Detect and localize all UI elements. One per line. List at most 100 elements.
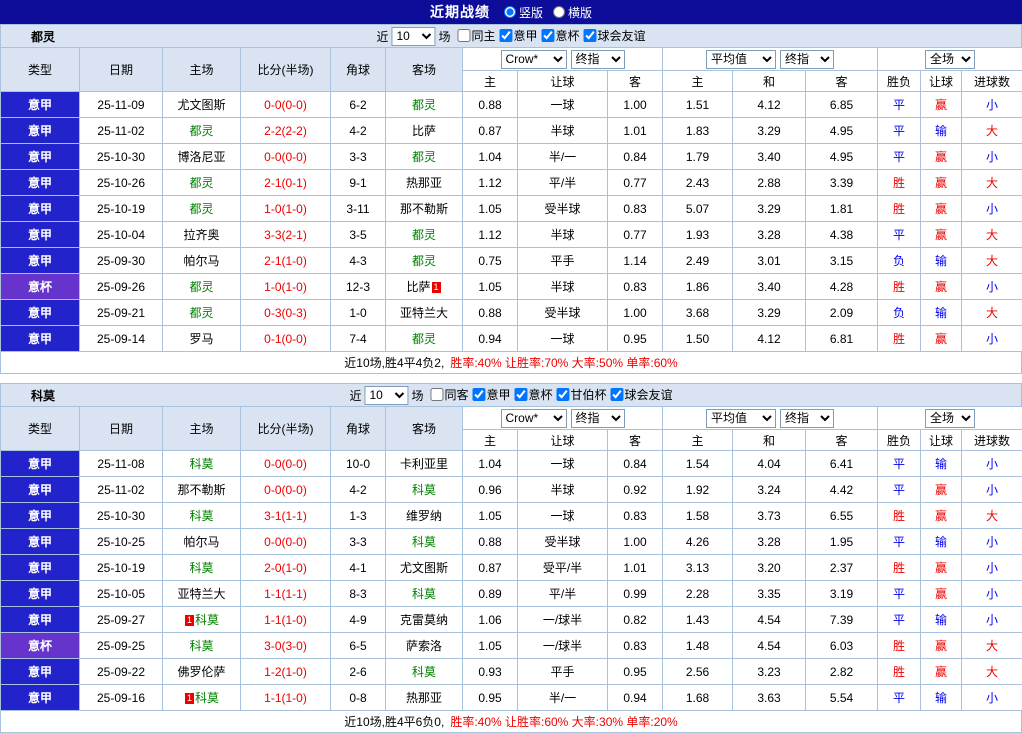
- filter-checkbox[interactable]: 球会友谊: [584, 27, 646, 44]
- score-cell[interactable]: 1-0(1-0): [241, 196, 331, 222]
- view-option[interactable]: 竖版: [504, 4, 543, 21]
- home-team-cell[interactable]: 都灵: [163, 170, 241, 196]
- avg-away-cell: 1.81: [806, 196, 878, 222]
- red-card-badge: 1: [432, 282, 441, 293]
- view-radio-button[interactable]: [553, 6, 565, 18]
- score-cell[interactable]: 0-1(0-0): [241, 326, 331, 352]
- away-team-cell[interactable]: 科莫: [386, 477, 463, 503]
- home-team-cell[interactable]: 都灵: [163, 274, 241, 300]
- match-count-select[interactable]: 10: [391, 27, 435, 46]
- away-team-cell[interactable]: 都灵: [386, 92, 463, 118]
- score-cell[interactable]: 2-1(0-1): [241, 170, 331, 196]
- away-team-cell[interactable]: 卡利亚里: [386, 451, 463, 477]
- filter-checkbox[interactable]: 意杯: [515, 386, 553, 403]
- home-team-cell[interactable]: 佛罗伦萨: [163, 659, 241, 685]
- checkbox-input[interactable]: [457, 29, 470, 42]
- score-cell[interactable]: 2-0(1-0): [241, 555, 331, 581]
- home-team-cell[interactable]: 1科莫: [163, 607, 241, 633]
- away-team-cell[interactable]: 热那亚: [386, 685, 463, 711]
- checkbox-input[interactable]: [430, 388, 443, 401]
- score-cell[interactable]: 1-1(1-0): [241, 685, 331, 711]
- score-cell[interactable]: 1-0(1-0): [241, 274, 331, 300]
- home-team-cell[interactable]: 博洛尼亚: [163, 144, 241, 170]
- home-team-cell[interactable]: 科莫: [163, 633, 241, 659]
- score-cell[interactable]: 3-0(3-0): [241, 633, 331, 659]
- score-cell[interactable]: 0-0(0-0): [241, 144, 331, 170]
- odds-time-select[interactable]: 终指: [571, 50, 625, 69]
- score-cell[interactable]: 0-0(0-0): [241, 529, 331, 555]
- filter-checkbox[interactable]: 同主: [457, 27, 495, 44]
- handicap-cell: 半/一: [518, 685, 608, 711]
- score-cell[interactable]: 0-0(0-0): [241, 92, 331, 118]
- checkbox-input[interactable]: [515, 388, 528, 401]
- score-cell[interactable]: 2-1(1-0): [241, 248, 331, 274]
- away-team-cell[interactable]: 尤文图斯: [386, 555, 463, 581]
- score-cell[interactable]: 0-3(0-3): [241, 300, 331, 326]
- average-time-select[interactable]: 终指: [780, 50, 834, 69]
- home-team-cell[interactable]: 尤文图斯: [163, 92, 241, 118]
- away-team-cell[interactable]: 科莫: [386, 581, 463, 607]
- average-select[interactable]: 平均值: [706, 409, 776, 428]
- home-team-cell[interactable]: 1科莫: [163, 685, 241, 711]
- score-cell[interactable]: 1-1(1-0): [241, 607, 331, 633]
- filter-checkbox[interactable]: 同客: [430, 386, 468, 403]
- home-team-cell[interactable]: 帕尔马: [163, 529, 241, 555]
- goals-cell: 小: [962, 144, 1022, 170]
- match-count-select[interactable]: 10: [364, 386, 408, 405]
- away-team-cell[interactable]: 比萨1: [386, 274, 463, 300]
- home-team-cell[interactable]: 科莫: [163, 503, 241, 529]
- average-time-select[interactable]: 终指: [780, 409, 834, 428]
- checkbox-input[interactable]: [611, 388, 624, 401]
- bookmaker-select[interactable]: Crow*: [501, 50, 567, 69]
- filter-checkbox[interactable]: 甘伯杯: [557, 386, 607, 403]
- handicap-cell: 平/半: [518, 581, 608, 607]
- scope-select[interactable]: 全场: [925, 50, 975, 69]
- away-team-cell[interactable]: 维罗纳: [386, 503, 463, 529]
- view-option[interactable]: 横版: [553, 4, 592, 21]
- away-team-cell[interactable]: 那不勒斯: [386, 196, 463, 222]
- average-select[interactable]: 平均值: [706, 50, 776, 69]
- away-team-cell[interactable]: 萨索洛: [386, 633, 463, 659]
- view-radio-button[interactable]: [504, 6, 516, 18]
- away-team-cell[interactable]: 都灵: [386, 222, 463, 248]
- checkbox-input[interactable]: [500, 29, 513, 42]
- score-cell[interactable]: 0-0(0-0): [241, 477, 331, 503]
- score-cell[interactable]: 3-1(1-1): [241, 503, 331, 529]
- home-team-cell[interactable]: 帕尔马: [163, 248, 241, 274]
- home-team-cell[interactable]: 那不勒斯: [163, 477, 241, 503]
- checkbox-input[interactable]: [557, 388, 570, 401]
- score-cell[interactable]: 3-3(2-1): [241, 222, 331, 248]
- home-team-cell[interactable]: 拉齐奥: [163, 222, 241, 248]
- checkbox-input[interactable]: [542, 29, 555, 42]
- away-team-cell[interactable]: 亚特兰大: [386, 300, 463, 326]
- score-cell[interactable]: 2-2(2-2): [241, 118, 331, 144]
- away-team-cell[interactable]: 都灵: [386, 248, 463, 274]
- home-team-cell[interactable]: 科莫: [163, 451, 241, 477]
- away-team-cell[interactable]: 都灵: [386, 326, 463, 352]
- scope-select[interactable]: 全场: [925, 409, 975, 428]
- filter-checkbox[interactable]: 意甲: [472, 386, 510, 403]
- away-team-cell[interactable]: 克雷莫纳: [386, 607, 463, 633]
- filter-checkbox[interactable]: 球会友谊: [611, 386, 673, 403]
- score-cell[interactable]: 0-0(0-0): [241, 451, 331, 477]
- away-team-cell[interactable]: 比萨: [386, 118, 463, 144]
- filter-checkbox[interactable]: 意杯: [542, 27, 580, 44]
- checkbox-input[interactable]: [472, 388, 485, 401]
- home-team-cell[interactable]: 罗马: [163, 326, 241, 352]
- col-avg-draw-header: 和: [733, 430, 806, 451]
- score-cell[interactable]: 1-2(1-0): [241, 659, 331, 685]
- away-team-cell[interactable]: 热那亚: [386, 170, 463, 196]
- away-team-cell[interactable]: 科莫: [386, 529, 463, 555]
- home-team-cell[interactable]: 都灵: [163, 118, 241, 144]
- score-cell[interactable]: 1-1(1-1): [241, 581, 331, 607]
- home-team-cell[interactable]: 亚特兰大: [163, 581, 241, 607]
- home-team-cell[interactable]: 科莫: [163, 555, 241, 581]
- home-team-cell[interactable]: 都灵: [163, 300, 241, 326]
- checkbox-input[interactable]: [584, 29, 597, 42]
- away-team-cell[interactable]: 科莫: [386, 659, 463, 685]
- away-team-cell[interactable]: 都灵: [386, 144, 463, 170]
- bookmaker-select[interactable]: Crow*: [501, 409, 567, 428]
- odds-time-select[interactable]: 终指: [571, 409, 625, 428]
- home-team-cell[interactable]: 都灵: [163, 196, 241, 222]
- filter-checkbox[interactable]: 意甲: [500, 27, 538, 44]
